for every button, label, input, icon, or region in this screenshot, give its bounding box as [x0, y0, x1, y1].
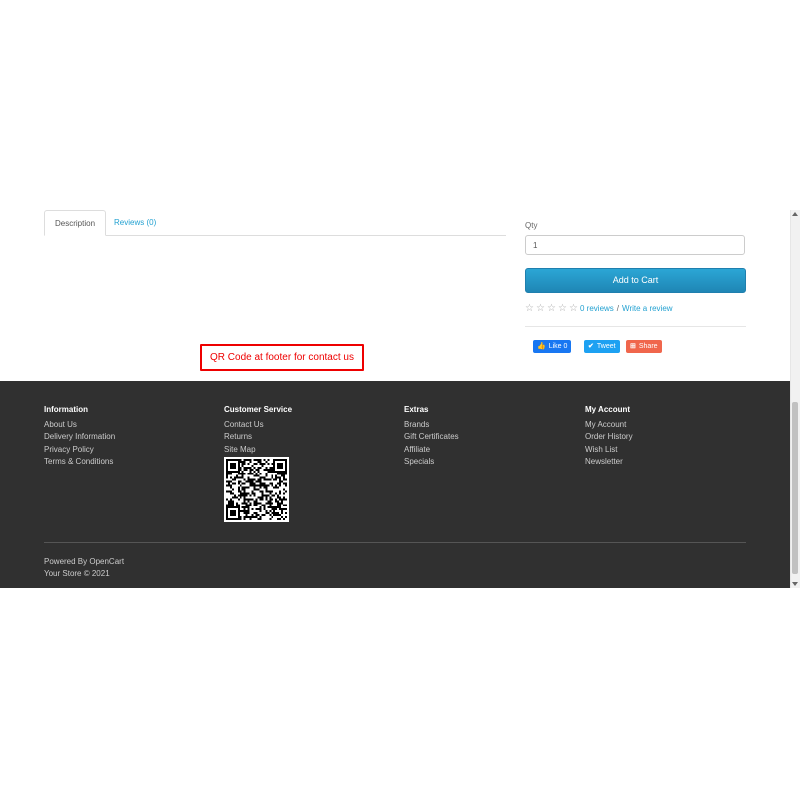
copyright-text: Your Store © 2021: [44, 569, 110, 579]
footer-link[interactable]: Affiliate: [404, 444, 459, 456]
footer-link[interactable]: Specials: [404, 456, 459, 468]
footer-link[interactable]: Order History: [585, 431, 633, 443]
footer-link[interactable]: Brands: [404, 419, 459, 431]
footer-link[interactable]: Delivery Information: [44, 431, 115, 443]
tweet-label: Tweet: [596, 343, 616, 350]
footer-column-my-account: My Account My Account Order History Wish…: [585, 405, 633, 469]
tab-reviews[interactable]: Reviews (0): [104, 210, 166, 235]
star-empty-icon: ☆: [525, 303, 534, 314]
reviews-link[interactable]: 0 reviews: [580, 304, 614, 313]
like-label: Like 0: [548, 343, 568, 350]
twitter-bird-icon: ✔: [588, 343, 594, 350]
share-plus-icon: ⊞: [630, 343, 636, 350]
footer-heading: Extras: [404, 405, 429, 414]
footer-link[interactable]: Returns: [224, 431, 292, 443]
page-scrollbar[interactable]: [790, 210, 800, 588]
footer-column-information: Information About Us Delivery Informatio…: [44, 405, 115, 469]
facebook-like-button[interactable]: 👍 Like 0: [533, 340, 572, 353]
footer-heading: Information: [44, 405, 88, 414]
star-empty-icon: ☆: [547, 303, 556, 314]
footer-credits: Powered By OpenCart Your Store © 2021: [44, 556, 124, 581]
qty-label: Qty: [525, 221, 538, 230]
thumbs-up-icon: 👍: [537, 343, 546, 350]
footer-link[interactable]: My Account: [585, 419, 633, 431]
footer-heading: Customer Service: [224, 405, 293, 414]
share-label: Share: [638, 343, 658, 350]
tweet-button[interactable]: ✔ Tweet: [584, 340, 620, 353]
rating-separator: /: [616, 304, 620, 313]
star-empty-icon: ☆: [536, 303, 545, 314]
footer-link[interactable]: Gift Certificates: [404, 431, 459, 443]
section-divider: [525, 326, 746, 327]
footer-heading: My Account: [585, 405, 631, 414]
footer-link[interactable]: Site Map: [224, 444, 292, 456]
footer-column-customer-service: Customer Service Contact Us Returns Site…: [224, 405, 292, 456]
powered-by-text[interactable]: Powered By OpenCart: [44, 556, 124, 568]
site-footer: Information About Us Delivery Informatio…: [0, 381, 791, 588]
footer-link[interactable]: Wish List: [585, 444, 633, 456]
star-empty-icon: ☆: [569, 303, 578, 314]
tab-description[interactable]: Description: [44, 210, 107, 236]
footer-link[interactable]: Privacy Policy: [44, 444, 115, 456]
footer-link[interactable]: Terms & Conditions: [44, 456, 115, 468]
product-tabs: Description Reviews (0): [44, 210, 506, 236]
page-viewport: Description Reviews (0) QR Code at foote…: [0, 210, 800, 588]
qty-input[interactable]: 1: [525, 235, 745, 255]
footer-link[interactable]: About Us: [44, 419, 115, 431]
star-empty-icon: ☆: [558, 303, 567, 314]
rating-row: ☆ ☆ ☆ ☆ ☆ 0 reviews / Write a review: [525, 303, 673, 314]
qr-annotation-callout: QR Code at footer for contact us: [200, 344, 364, 371]
scroll-down-arrow-icon[interactable]: [792, 582, 798, 586]
scroll-up-arrow-icon[interactable]: [792, 212, 798, 216]
footer-divider: [44, 542, 746, 543]
contact-qr-code: [224, 457, 289, 522]
scroll-thumb[interactable]: [792, 402, 798, 574]
write-review-link[interactable]: Write a review: [622, 304, 673, 313]
footer-column-extras: Extras Brands Gift Certificates Affiliat…: [404, 405, 459, 469]
share-button[interactable]: ⊞ Share: [626, 340, 662, 353]
footer-link[interactable]: Newsletter: [585, 456, 633, 468]
add-to-cart-button[interactable]: Add to Cart: [525, 268, 746, 293]
footer-link[interactable]: Contact Us: [224, 419, 292, 431]
